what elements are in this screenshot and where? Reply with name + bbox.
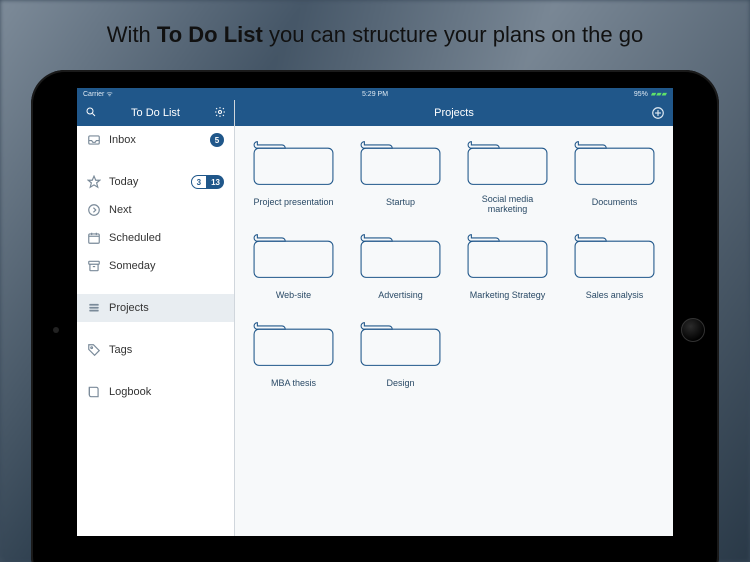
- folder-label: Marketing Strategy: [463, 281, 552, 303]
- sidebar-item-projects[interactable]: Projects: [77, 294, 234, 322]
- sidebar-item-label: Scheduled: [109, 232, 224, 244]
- inbox-icon: [87, 133, 101, 147]
- sidebar-gap: [77, 154, 234, 168]
- app-root: To Do List Inbox 5: [77, 100, 673, 536]
- sidebar-gap: [77, 322, 234, 336]
- statusbar-carrier: Carrier ᯤ: [83, 90, 113, 99]
- folder-icon: [356, 233, 445, 281]
- promo-headline: With To Do List you can structure your p…: [0, 22, 750, 48]
- folder-label: Design: [356, 369, 445, 391]
- status-bar: Carrier ᯤ 5:29 PM 95% ▰▰▰: [77, 88, 673, 100]
- folder-icon: [570, 140, 659, 188]
- statusbar-battery-pct: 95%: [634, 91, 648, 98]
- folder-label: Advertising: [356, 281, 445, 303]
- screen: Carrier ᯤ 5:29 PM 95% ▰▰▰ To Do List: [77, 88, 673, 536]
- search-icon[interactable]: [85, 106, 97, 121]
- folder-label: Social media marketing: [463, 188, 552, 215]
- folder-icon: [356, 140, 445, 188]
- folder-label: Sales analysis: [570, 281, 659, 303]
- project-folder[interactable]: Social media marketing: [463, 140, 552, 215]
- main-header: Projects: [235, 100, 673, 126]
- main-panel: Projects Project presentation Startup Soci…: [235, 100, 673, 536]
- tag-icon: [87, 343, 101, 357]
- sidebar-item-label: Projects: [109, 302, 224, 314]
- folder-icon: [249, 233, 338, 281]
- sidebar: To Do List Inbox 5: [77, 100, 235, 536]
- project-folder[interactable]: Project presentation: [249, 140, 338, 215]
- device-camera: [53, 327, 59, 333]
- sidebar-item-label: Logbook: [109, 386, 224, 398]
- folder-label: Web-site: [249, 281, 338, 303]
- sidebar-item-label: Today: [109, 176, 183, 188]
- project-folder[interactable]: Startup: [356, 140, 445, 215]
- main-title: Projects: [434, 107, 474, 119]
- battery-icon: ▰▰▰: [651, 90, 667, 98]
- folder-icon: [570, 233, 659, 281]
- book-icon: [87, 385, 101, 399]
- statusbar-time: 5:29 PM: [362, 91, 388, 98]
- chevron-right-icon: [87, 203, 101, 217]
- star-icon: [87, 175, 101, 189]
- folder-icon: [249, 321, 338, 369]
- sidebar-gap: [77, 364, 234, 378]
- archive-icon: [87, 259, 101, 273]
- headline-post: you can structure your plans on the go: [263, 22, 643, 47]
- add-icon[interactable]: [651, 106, 665, 120]
- today-badges: 3 13: [191, 175, 224, 189]
- ipad-frame: Carrier ᯤ 5:29 PM 95% ▰▰▰ To Do List: [31, 70, 719, 562]
- sidebar-header: To Do List: [77, 100, 234, 126]
- headline-bold: To Do List: [157, 22, 263, 47]
- project-folder[interactable]: Documents: [570, 140, 659, 215]
- inbox-badge: 5: [210, 133, 224, 147]
- folder-label: Documents: [570, 188, 659, 210]
- sidebar-gap: [77, 280, 234, 294]
- project-folder[interactable]: MBA thesis: [249, 321, 338, 391]
- sidebar-item-inbox[interactable]: Inbox 5: [77, 126, 234, 154]
- today-badge-solid: 13: [207, 175, 224, 189]
- sidebar-item-label: Next: [109, 204, 224, 216]
- sidebar-item-today[interactable]: Today 3 13: [77, 168, 234, 196]
- headline-pre: With: [107, 22, 157, 47]
- sidebar-item-logbook[interactable]: Logbook: [77, 378, 234, 406]
- sidebar-item-someday[interactable]: Someday: [77, 252, 234, 280]
- sidebar-item-label: Tags: [109, 344, 224, 356]
- folder-icon: [463, 140, 552, 188]
- sidebar-item-next[interactable]: Next: [77, 196, 234, 224]
- sidebar-item-tags[interactable]: Tags: [77, 336, 234, 364]
- project-folder[interactable]: Advertising: [356, 233, 445, 303]
- folder-icon: [356, 321, 445, 369]
- folder-icon: [463, 233, 552, 281]
- home-button[interactable]: [681, 318, 705, 342]
- today-badge-outline: 3: [191, 175, 207, 189]
- projects-grid: Project presentation Startup Social media …: [235, 126, 673, 536]
- gear-icon[interactable]: [214, 106, 226, 121]
- project-folder[interactable]: Marketing Strategy: [463, 233, 552, 303]
- sidebar-item-scheduled[interactable]: Scheduled: [77, 224, 234, 252]
- folder-label: Startup: [356, 188, 445, 210]
- folder-label: Project presentation: [249, 188, 338, 210]
- stack-icon: [87, 301, 101, 315]
- sidebar-item-label: Someday: [109, 260, 224, 272]
- folder-icon: [249, 140, 338, 188]
- project-folder[interactable]: Sales analysis: [570, 233, 659, 303]
- sidebar-title: To Do List: [97, 107, 214, 119]
- project-folder[interactable]: Design: [356, 321, 445, 391]
- sidebar-list: Inbox 5 Today 3 13: [77, 126, 234, 536]
- folder-label: MBA thesis: [249, 369, 338, 391]
- sidebar-item-label: Inbox: [109, 134, 202, 146]
- calendar-icon: [87, 231, 101, 245]
- project-folder[interactable]: Web-site: [249, 233, 338, 303]
